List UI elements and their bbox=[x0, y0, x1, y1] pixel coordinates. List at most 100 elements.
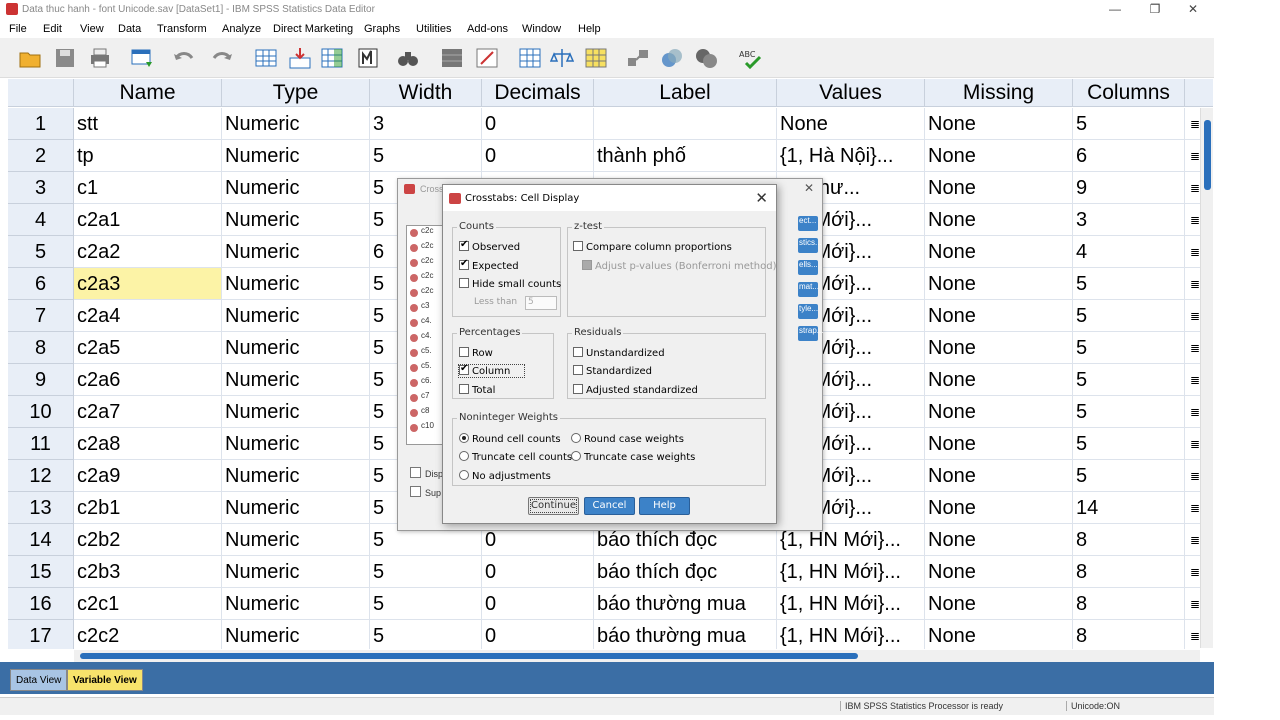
help-button[interactable]: Help bbox=[639, 497, 690, 515]
horizontal-scroll-thumb[interactable] bbox=[80, 653, 858, 659]
cell-type[interactable]: Numeric bbox=[222, 556, 370, 588]
minimize-icon[interactable]: — bbox=[1100, 2, 1130, 16]
cell-name[interactable]: c2b1 bbox=[74, 492, 222, 524]
tab-variable-view[interactable]: Variable View bbox=[67, 669, 143, 691]
cell-columns[interactable]: 5 bbox=[1073, 396, 1185, 428]
cell-type[interactable]: Numeric bbox=[222, 204, 370, 236]
cell-name[interactable]: c2a9 bbox=[74, 460, 222, 492]
cell-columns[interactable]: 5 bbox=[1073, 428, 1185, 460]
recall-dialog-icon[interactable] bbox=[130, 46, 154, 70]
cell-missing[interactable]: None bbox=[925, 172, 1073, 204]
show-all-variables-icon[interactable] bbox=[694, 46, 718, 70]
round-case-weights-radio[interactable]: Round case weights bbox=[571, 433, 684, 445]
cell-values[interactable]: {1, HN Mới}... bbox=[777, 588, 925, 620]
standardized-checkbox[interactable]: Standardized bbox=[573, 365, 652, 377]
menu-help[interactable]: Help bbox=[578, 23, 601, 35]
cell-values[interactable]: {1, Hà Nội}... bbox=[777, 140, 925, 172]
cell-label[interactable]: thành phố bbox=[594, 140, 777, 172]
truncate-cell-counts-radio[interactable]: Truncate cell counts bbox=[459, 451, 572, 463]
cell-name[interactable]: stt bbox=[74, 108, 222, 140]
cell-type[interactable]: Numeric bbox=[222, 396, 370, 428]
cell-width[interactable]: 5 bbox=[370, 588, 482, 620]
row-number[interactable]: 11 bbox=[8, 428, 74, 460]
column-header-name[interactable]: Name bbox=[74, 79, 222, 107]
cell-type[interactable]: Numeric bbox=[222, 492, 370, 524]
crosstabs-exact-button[interactable]: ect... bbox=[798, 216, 818, 231]
compare-column-proportions-checkbox[interactable]: Compare column proportions bbox=[573, 241, 732, 253]
expected-checkbox[interactable]: Expected bbox=[459, 258, 519, 272]
row-number[interactable]: 3 bbox=[8, 172, 74, 204]
cell-name[interactable]: c2a7 bbox=[74, 396, 222, 428]
menu-add-ons[interactable]: Add-ons bbox=[467, 23, 508, 35]
cell-columns[interactable]: 8 bbox=[1073, 524, 1185, 556]
menu-window[interactable]: Window bbox=[522, 23, 561, 35]
cell-missing[interactable]: None bbox=[925, 556, 1073, 588]
cell-type[interactable]: Numeric bbox=[222, 332, 370, 364]
unstandardized-checkbox[interactable]: Unstandardized bbox=[573, 347, 665, 359]
adjusted-standardized-checkbox[interactable]: Adjusted standardized bbox=[573, 384, 698, 396]
cell-columns[interactable]: 5 bbox=[1073, 364, 1185, 396]
cell-columns[interactable]: 8 bbox=[1073, 588, 1185, 620]
undo-icon[interactable] bbox=[172, 46, 196, 70]
cell-name[interactable]: c2b2 bbox=[74, 524, 222, 556]
column-header-missing[interactable]: Missing bbox=[925, 79, 1073, 107]
menu-file[interactable]: File bbox=[9, 23, 27, 35]
row-number[interactable]: 7 bbox=[8, 300, 74, 332]
cell-missing[interactable]: None bbox=[925, 460, 1073, 492]
cell-missing[interactable]: None bbox=[925, 236, 1073, 268]
no-adjustments-radio[interactable]: No adjustments bbox=[459, 470, 551, 482]
row-number[interactable]: 17 bbox=[8, 620, 74, 649]
column-header-decimals[interactable]: Decimals bbox=[482, 79, 594, 107]
variable-list-item[interactable]: c10 bbox=[407, 421, 443, 436]
variables-icon[interactable] bbox=[320, 46, 344, 70]
value-labels-icon[interactable] bbox=[626, 46, 650, 70]
cell-columns[interactable]: 3 bbox=[1073, 204, 1185, 236]
close-icon[interactable]: ✕ bbox=[1178, 2, 1208, 16]
cell-name[interactable]: c2a3 bbox=[74, 268, 222, 300]
column-header-columns[interactable]: Columns bbox=[1073, 79, 1185, 107]
crosstabs-format-button[interactable]: mat... bbox=[798, 282, 819, 297]
cell-columns[interactable]: 4 bbox=[1073, 236, 1185, 268]
cell-missing[interactable]: None bbox=[925, 492, 1073, 524]
cell-decimals[interactable]: 0 bbox=[482, 140, 594, 172]
cell-width[interactable]: 5 bbox=[370, 140, 482, 172]
variable-list-item[interactable]: c5. bbox=[407, 346, 443, 361]
cell-name[interactable]: c2a4 bbox=[74, 300, 222, 332]
row-number[interactable]: 8 bbox=[8, 332, 74, 364]
column-header-width[interactable]: Width bbox=[370, 79, 482, 107]
cell-label[interactable]: báo thích đọc bbox=[594, 556, 777, 588]
continue-button[interactable]: Continue bbox=[528, 497, 579, 515]
menu-transform[interactable]: Transform bbox=[157, 23, 207, 35]
variable-list-item[interactable]: c8 bbox=[407, 406, 443, 421]
insert-variable-icon[interactable] bbox=[475, 46, 499, 70]
split-file-icon[interactable] bbox=[518, 46, 542, 70]
menu-utilities[interactable]: Utilities bbox=[416, 23, 451, 35]
row-number[interactable]: 2 bbox=[8, 140, 74, 172]
goto-case-icon[interactable] bbox=[254, 46, 278, 70]
cell-missing[interactable]: None bbox=[925, 396, 1073, 428]
round-cell-counts-radio[interactable]: Round cell counts bbox=[459, 433, 561, 445]
cell-missing[interactable]: None bbox=[925, 428, 1073, 460]
spelling-icon[interactable]: ABC bbox=[738, 46, 762, 70]
variable-list-item[interactable]: c2c bbox=[407, 241, 443, 256]
cell-type[interactable]: Numeric bbox=[222, 620, 370, 649]
hide-small-counts-checkbox[interactable]: Hide small counts bbox=[459, 278, 561, 290]
cell-columns[interactable]: 5 bbox=[1073, 300, 1185, 332]
row-checkbox[interactable]: Row bbox=[459, 347, 493, 359]
cell-decimals[interactable]: 0 bbox=[482, 108, 594, 140]
cell-columns[interactable]: 5 bbox=[1073, 460, 1185, 492]
cell-columns[interactable]: 5 bbox=[1073, 108, 1185, 140]
cell-missing[interactable]: None bbox=[925, 588, 1073, 620]
total-checkbox[interactable]: Total bbox=[459, 384, 495, 396]
cell-columns[interactable]: 5 bbox=[1073, 332, 1185, 364]
cell-name[interactable]: c1 bbox=[74, 172, 222, 204]
variable-list-item[interactable]: c2c bbox=[407, 226, 443, 241]
variable-list-item[interactable]: c5. bbox=[407, 361, 443, 376]
cell-missing[interactable]: None bbox=[925, 364, 1073, 396]
crosstabs-suppress-checkbox[interactable]: Sup bbox=[410, 486, 441, 498]
cell-missing[interactable]: None bbox=[925, 268, 1073, 300]
goto-variable-icon[interactable] bbox=[288, 46, 312, 70]
variable-list-item[interactable]: c2c bbox=[407, 256, 443, 271]
cell-name[interactable]: c2a2 bbox=[74, 236, 222, 268]
menu-graphs[interactable]: Graphs bbox=[364, 23, 400, 35]
